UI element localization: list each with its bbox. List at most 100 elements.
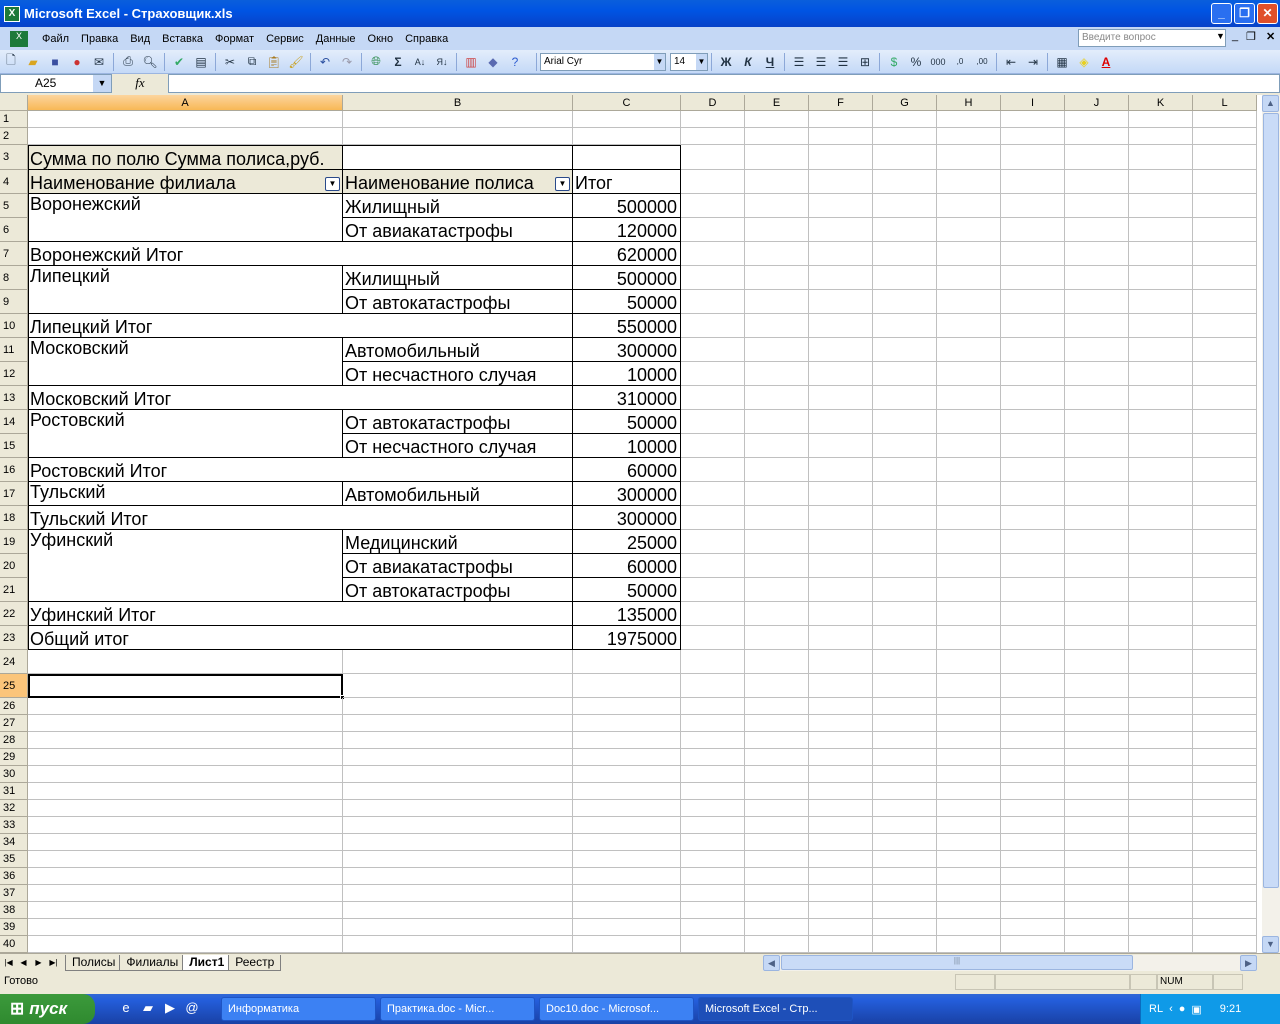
cell-I27[interactable] xyxy=(1001,715,1065,732)
row-header-31[interactable]: 31 xyxy=(0,783,28,800)
cell-L11[interactable] xyxy=(1193,338,1257,362)
cell-K23[interactable] xyxy=(1129,626,1193,650)
cell-D24[interactable] xyxy=(681,650,745,674)
taskbar-button[interactable]: Практика.doc - Micr... xyxy=(380,997,535,1021)
cell-C31[interactable] xyxy=(573,783,681,800)
chevron-down-icon[interactable]: ▼ xyxy=(93,75,111,92)
pivot-subtotal-label[interactable]: Московский Итог xyxy=(28,386,573,410)
cell-J33[interactable] xyxy=(1065,817,1129,834)
cell-G6[interactable] xyxy=(873,218,937,242)
cell-I12[interactable] xyxy=(1001,362,1065,386)
row-header-13[interactable]: 13 xyxy=(0,386,28,410)
cell-H20[interactable] xyxy=(937,554,1001,578)
italic-button[interactable]: К xyxy=(738,52,758,72)
cell-K17[interactable] xyxy=(1129,482,1193,506)
doc-restore-button[interactable]: ❐ xyxy=(1246,30,1256,43)
cell-H28[interactable] xyxy=(937,732,1001,749)
save-icon[interactable]: ■ xyxy=(45,52,65,72)
cell-D20[interactable] xyxy=(681,554,745,578)
pivot-header-branch[interactable]: Наименование филиала ▼ xyxy=(28,170,343,194)
cell-K37[interactable] xyxy=(1129,885,1193,902)
cell-L38[interactable] xyxy=(1193,902,1257,919)
font-size-select[interactable]: 14 ▼ xyxy=(670,52,708,71)
cell-G40[interactable] xyxy=(873,936,937,953)
close-button[interactable]: ✕ xyxy=(1257,3,1278,24)
cell-F5[interactable] xyxy=(809,194,873,218)
cell-L28[interactable] xyxy=(1193,732,1257,749)
cell-F15[interactable] xyxy=(809,434,873,458)
cell-K8[interactable] xyxy=(1129,266,1193,290)
cell-E9[interactable] xyxy=(745,290,809,314)
pivot-subtotal-value[interactable]: 620000 xyxy=(573,242,681,266)
cell-C33[interactable] xyxy=(573,817,681,834)
cell-E11[interactable] xyxy=(745,338,809,362)
column-header-I[interactable]: I xyxy=(1001,95,1065,111)
print-icon[interactable]: ⎙ xyxy=(118,52,138,72)
cell-E12[interactable] xyxy=(745,362,809,386)
menu-help[interactable]: Справка xyxy=(399,33,454,45)
cell-D18[interactable] xyxy=(681,506,745,530)
cell-E6[interactable] xyxy=(745,218,809,242)
cell-F8[interactable] xyxy=(809,266,873,290)
pivot-value-cell[interactable]: 300000 xyxy=(573,338,681,362)
pivot-subtotal-value[interactable]: 310000 xyxy=(573,386,681,410)
row-header-34[interactable]: 34 xyxy=(0,834,28,851)
cell-H24[interactable] xyxy=(937,650,1001,674)
menu-data[interactable]: Данные xyxy=(310,33,362,45)
row-header-26[interactable]: 26 xyxy=(0,698,28,715)
cell-D28[interactable] xyxy=(681,732,745,749)
cell-H37[interactable] xyxy=(937,885,1001,902)
menu-file[interactable]: Файл xyxy=(36,33,75,45)
cell-B29[interactable] xyxy=(343,749,573,766)
cell-H35[interactable] xyxy=(937,851,1001,868)
cell-I31[interactable] xyxy=(1001,783,1065,800)
cell-L34[interactable] xyxy=(1193,834,1257,851)
cell-J23[interactable] xyxy=(1065,626,1129,650)
cell-I5[interactable] xyxy=(1001,194,1065,218)
row-header-5[interactable]: 5 xyxy=(0,194,28,218)
cell-I37[interactable] xyxy=(1001,885,1065,902)
cell-B39[interactable] xyxy=(343,919,573,936)
cell-H39[interactable] xyxy=(937,919,1001,936)
workbook-icon[interactable]: X xyxy=(10,30,28,47)
cell-E36[interactable] xyxy=(745,868,809,885)
filter-dropdown-button[interactable]: ▼ xyxy=(325,177,340,191)
row-header-30[interactable]: 30 xyxy=(0,766,28,783)
column-header-B[interactable]: B xyxy=(343,95,573,111)
cell-C36[interactable] xyxy=(573,868,681,885)
internet-explorer-icon[interactable]: e xyxy=(117,1000,135,1018)
cell-H21[interactable] xyxy=(937,578,1001,602)
merge-center-icon[interactable]: ⊞ xyxy=(855,52,875,72)
row-header-11[interactable]: 11 xyxy=(0,338,28,362)
cell-H15[interactable] xyxy=(937,434,1001,458)
row-header-6[interactable]: 6 xyxy=(0,218,28,242)
cell-I29[interactable] xyxy=(1001,749,1065,766)
pivot-branch-cell[interactable]: Воронежский xyxy=(28,194,343,242)
column-header-E[interactable]: E xyxy=(745,95,809,111)
cell-F13[interactable] xyxy=(809,386,873,410)
cell-L37[interactable] xyxy=(1193,885,1257,902)
row-header-23[interactable]: 23 xyxy=(0,626,28,650)
cell-I34[interactable] xyxy=(1001,834,1065,851)
row-header-33[interactable]: 33 xyxy=(0,817,28,834)
cell-E39[interactable] xyxy=(745,919,809,936)
cell-E16[interactable] xyxy=(745,458,809,482)
column-header-D[interactable]: D xyxy=(681,95,745,111)
hyperlink-icon[interactable]: 🌐︎ xyxy=(366,52,386,72)
prev-sheet-button[interactable]: ◀ xyxy=(19,958,28,967)
cell-D34[interactable] xyxy=(681,834,745,851)
cell-H11[interactable] xyxy=(937,338,1001,362)
cell-K5[interactable] xyxy=(1129,194,1193,218)
sort-descending-icon[interactable]: Я↓ xyxy=(432,52,452,72)
sort-ascending-icon[interactable]: А↓ xyxy=(410,52,430,72)
cell-K9[interactable] xyxy=(1129,290,1193,314)
cell-D12[interactable] xyxy=(681,362,745,386)
cell-F38[interactable] xyxy=(809,902,873,919)
cell-G14[interactable] xyxy=(873,410,937,434)
cell-G38[interactable] xyxy=(873,902,937,919)
cell-J11[interactable] xyxy=(1065,338,1129,362)
column-header-J[interactable]: J xyxy=(1065,95,1129,111)
cell-C32[interactable] xyxy=(573,800,681,817)
column-header-F[interactable]: F xyxy=(809,95,873,111)
cell-D38[interactable] xyxy=(681,902,745,919)
